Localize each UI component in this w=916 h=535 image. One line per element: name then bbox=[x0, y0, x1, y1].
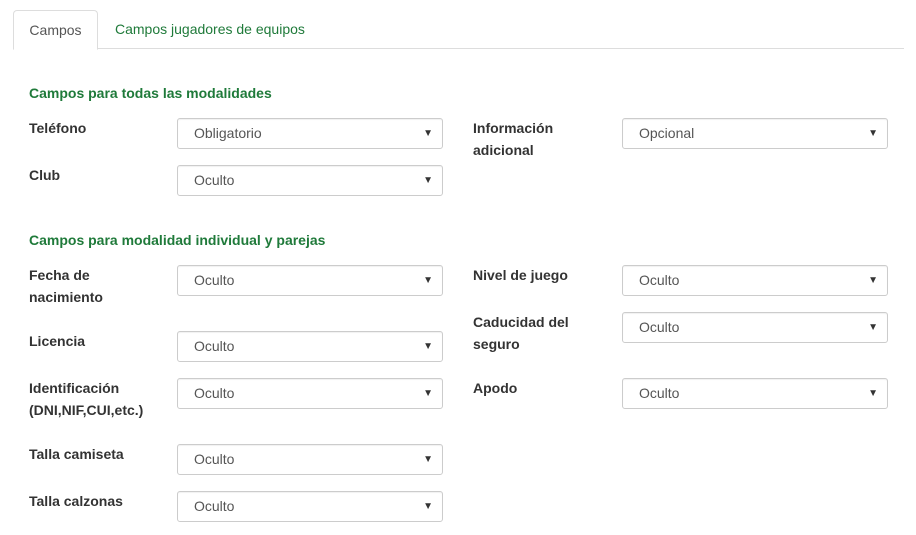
select-licencia-value: Oculto bbox=[194, 338, 235, 354]
select-talla-calzonas[interactable]: Oculto ▼ bbox=[177, 491, 443, 522]
chevron-down-icon: ▼ bbox=[423, 128, 433, 139]
select-caducidad-seguro-value: Oculto bbox=[639, 319, 680, 335]
select-identificacion[interactable]: Oculto ▼ bbox=[177, 378, 443, 409]
select-club-value: Oculto bbox=[194, 172, 235, 188]
chevron-down-icon: ▼ bbox=[423, 454, 433, 465]
chevron-down-icon: ▼ bbox=[423, 388, 433, 399]
chevron-down-icon: ▼ bbox=[423, 341, 433, 352]
select-club[interactable]: Oculto ▼ bbox=[177, 165, 443, 196]
select-fecha-nacimiento[interactable]: Oculto ▼ bbox=[177, 265, 443, 296]
chevron-down-icon: ▼ bbox=[423, 501, 433, 512]
label-identificacion: Identificación (DNI,NIF,CUI,etc.) bbox=[29, 380, 144, 418]
select-identificacion-value: Oculto bbox=[194, 385, 235, 401]
select-nivel-juego[interactable]: Oculto ▼ bbox=[622, 265, 888, 296]
chevron-down-icon: ▼ bbox=[868, 388, 878, 399]
label-telefono: Teléfono bbox=[29, 120, 87, 136]
label-talla-camiseta: Talla camiseta bbox=[29, 446, 124, 462]
section-title-all-modalities: Campos para todas las modalidades bbox=[29, 85, 272, 101]
label-informacion-adicional: Información adicional bbox=[473, 120, 554, 158]
chevron-down-icon: ▼ bbox=[868, 275, 878, 286]
chevron-down-icon: ▼ bbox=[423, 175, 433, 186]
select-informacion-adicional-value: Opcional bbox=[639, 125, 695, 141]
label-nivel-juego: Nivel de juego bbox=[473, 267, 568, 283]
select-caducidad-seguro[interactable]: Oculto ▼ bbox=[622, 312, 888, 343]
select-fecha-nacimiento-value: Oculto bbox=[194, 272, 235, 288]
select-telefono[interactable]: Obligatorio ▼ bbox=[177, 118, 443, 149]
tab-bar: Campos Campos jugadores de equipos bbox=[13, 10, 904, 50]
label-fecha-nacimiento: Fecha de nacimiento bbox=[29, 267, 103, 305]
label-apodo: Apodo bbox=[473, 380, 518, 396]
select-talla-camiseta[interactable]: Oculto ▼ bbox=[177, 444, 443, 475]
section-title-individual-pairs: Campos para modalidad individual y parej… bbox=[29, 232, 326, 248]
select-licencia[interactable]: Oculto ▼ bbox=[177, 331, 443, 362]
select-talla-calzonas-value: Oculto bbox=[194, 498, 235, 514]
fields-settings-page: Campos Campos jugadores de equipos Campo… bbox=[0, 0, 916, 535]
select-apodo[interactable]: Oculto ▼ bbox=[622, 378, 888, 409]
label-club: Club bbox=[29, 167, 61, 183]
chevron-down-icon: ▼ bbox=[868, 322, 878, 333]
select-talla-camiseta-value: Oculto bbox=[194, 451, 235, 467]
tab-campos[interactable]: Campos bbox=[13, 10, 98, 50]
label-caducidad-seguro: Caducidad del seguro bbox=[473, 314, 569, 352]
label-licencia: Licencia bbox=[29, 333, 86, 349]
select-informacion-adicional[interactable]: Opcional ▼ bbox=[622, 118, 888, 149]
label-talla-calzonas: Talla calzonas bbox=[29, 493, 123, 509]
select-telefono-value: Obligatorio bbox=[194, 125, 262, 141]
chevron-down-icon: ▼ bbox=[423, 275, 433, 286]
tab-campos-jugadores-equipos[interactable]: Campos jugadores de equipos bbox=[99, 10, 321, 49]
select-nivel-juego-value: Oculto bbox=[639, 272, 680, 288]
chevron-down-icon: ▼ bbox=[868, 128, 878, 139]
select-apodo-value: Oculto bbox=[639, 385, 680, 401]
